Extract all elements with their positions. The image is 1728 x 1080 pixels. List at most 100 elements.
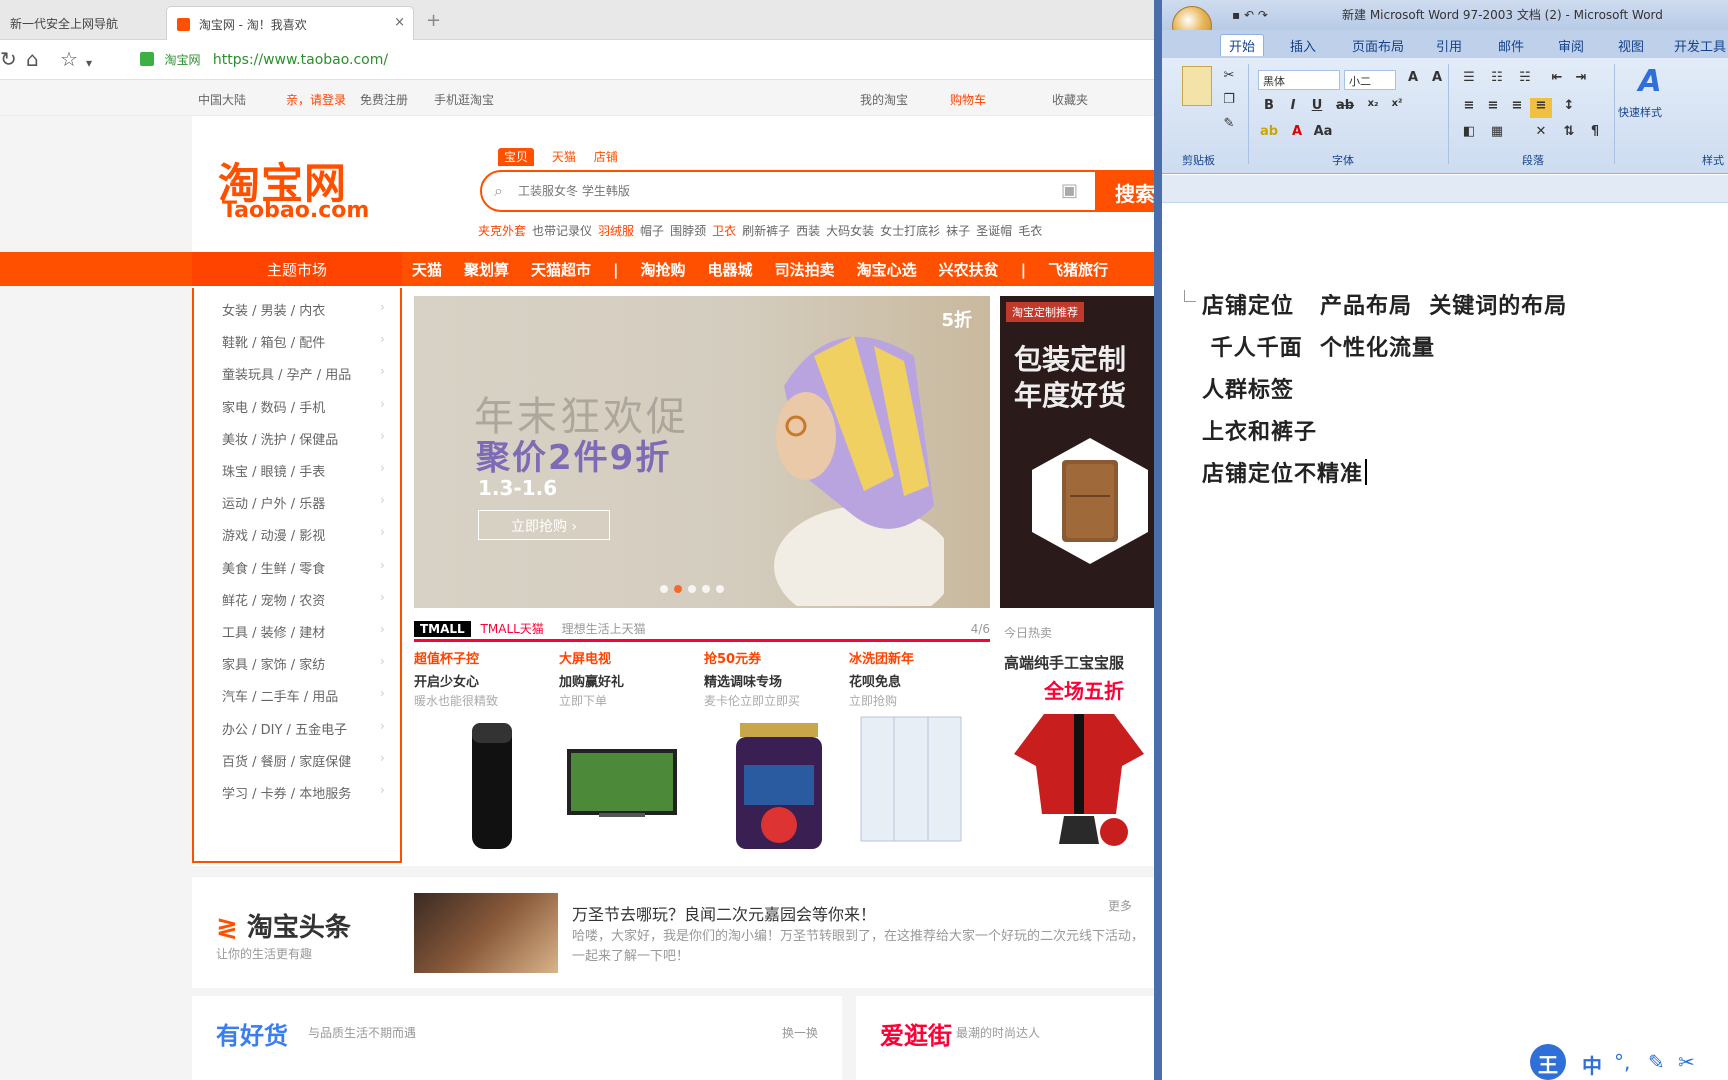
category-item[interactable]: 家电 / 数码 / 手机	[222, 397, 325, 416]
category-item[interactable]: 家具 / 家饰 / 家纺	[222, 654, 325, 673]
category-item[interactable]: 汽车 / 二手车 / 用品	[222, 686, 338, 705]
headline-thumbnail[interactable]	[414, 893, 558, 973]
headlines-more-link[interactable]: 更多	[1108, 897, 1132, 914]
hot-word-link[interactable]: 也带记录仪	[532, 224, 592, 238]
search-tab-tmall[interactable]: 天猫	[552, 150, 576, 164]
category-item[interactable]: 鞋靴 / 箱包 / 配件	[222, 332, 325, 351]
hot-word-link[interactable]: 袜子	[946, 224, 970, 238]
tmall-item-seasoning[interactable]: 抢50元券 精选调味专场 麦卡伦立即立即买	[704, 648, 844, 863]
search-button[interactable]: 搜索	[1095, 170, 1160, 212]
tmall-logo[interactable]: TMALL	[414, 621, 471, 637]
quick-styles-icon[interactable]: A	[1630, 64, 1670, 100]
hot-word-link[interactable]: 大码女装	[826, 224, 874, 238]
category-item[interactable]: 美妆 / 洗护 / 保健品	[222, 429, 338, 448]
hot-word-link[interactable]: 卫衣	[712, 224, 736, 238]
hot-word-link[interactable]: 圣诞帽	[976, 224, 1012, 238]
category-item[interactable]: 办公 / DIY / 五金电子	[222, 719, 347, 738]
camera-icon[interactable]: ▣	[1061, 180, 1078, 201]
highlight-icon[interactable]: ab	[1258, 124, 1280, 144]
font-size-select[interactable]: 小二	[1344, 70, 1396, 90]
numbering-icon[interactable]: ☷	[1486, 70, 1508, 90]
category-item[interactable]: 鲜花 / 宠物 / 农资	[222, 590, 325, 609]
ime-handwriting-icon[interactable]: ✎	[1648, 1050, 1665, 1074]
hot-word-link[interactable]: 夹克外套	[478, 224, 526, 238]
hot-word-link[interactable]: 刷新裤子	[742, 224, 790, 238]
italic-icon[interactable]: I	[1282, 98, 1304, 118]
favorite-star-icon[interactable]: ☆	[60, 48, 78, 70]
hot-word-link[interactable]: 西装	[796, 224, 820, 238]
category-item[interactable]: 女装 / 男装 / 内衣	[222, 300, 325, 319]
word-tab[interactable]: 开始	[1220, 34, 1265, 56]
copy-icon[interactable]: ❐	[1218, 92, 1240, 112]
refresh-goods-link[interactable]: 换一换	[782, 1024, 818, 1041]
word-tab[interactable]: 开发工具	[1674, 36, 1726, 55]
change-case-icon[interactable]: Aa	[1312, 124, 1334, 144]
close-tab-icon[interactable]: ×	[394, 15, 405, 30]
save-icon[interactable]: ▪	[1232, 8, 1240, 22]
url-field[interactable]: 淘宝网 https://www.taobao.com/	[140, 48, 1140, 72]
hot-word-link[interactable]: 帽子	[640, 224, 664, 238]
decrease-indent-icon[interactable]: ⇤	[1546, 70, 1568, 90]
chevron-down-icon[interactable]: ▾	[86, 52, 92, 74]
word-tab[interactable]: 视图	[1618, 36, 1644, 55]
word-tab[interactable]: 引用	[1436, 36, 1462, 55]
main-banner[interactable]: 年末狂欢促 聚价2件9折 1.3-1.6 立即抢购 › 5折	[414, 296, 990, 608]
subscript-icon[interactable]: x₂	[1362, 98, 1384, 118]
category-item[interactable]: 美食 / 生鲜 / 零食	[222, 558, 325, 577]
refresh-icon[interactable]: ↻	[0, 48, 17, 70]
shrink-font-icon[interactable]: A	[1426, 70, 1448, 90]
ime-punctuation-icon[interactable]: °,	[1614, 1050, 1630, 1074]
channel-link[interactable]: 聚划算	[464, 261, 509, 279]
sort-icon[interactable]: ⇅	[1558, 124, 1580, 144]
ime-language-toggle[interactable]: 中	[1582, 1050, 1602, 1079]
multilevel-list-icon[interactable]: ☵	[1514, 70, 1536, 90]
my-taobao-link[interactable]: 我的淘宝	[860, 91, 908, 108]
new-tab-button[interactable]: +	[426, 10, 441, 31]
channel-link[interactable]: 兴农扶贫	[939, 261, 999, 279]
category-item[interactable]: 学习 / 卡券 / 本地服务	[222, 783, 351, 802]
hot-word-link[interactable]: 毛衣	[1018, 224, 1042, 238]
category-item[interactable]: 运动 / 户外 / 乐器	[222, 493, 325, 512]
hot-word-link[interactable]: 女士打底衫	[880, 224, 940, 238]
hot-word-link[interactable]: 羽绒服	[598, 224, 634, 238]
home-icon[interactable]: ⌂	[26, 48, 39, 70]
increase-indent-icon[interactable]: ⇥	[1570, 70, 1592, 90]
word-tab[interactable]: 页面布局	[1352, 36, 1404, 55]
borders-icon[interactable]: ▦	[1486, 124, 1508, 144]
browser-tab-navigation[interactable]: 新一代安全上网导航	[0, 6, 162, 40]
line-spacing-icon[interactable]: ↕	[1558, 98, 1580, 118]
category-item[interactable]: 童装玩具 / 孕产 / 用品	[222, 364, 351, 383]
font-color-icon[interactable]: A	[1286, 124, 1308, 144]
category-item[interactable]: 工具 / 装修 / 建材	[222, 622, 325, 641]
word-tab[interactable]: 插入	[1290, 36, 1316, 55]
banner-buy-button[interactable]: 立即抢购 ›	[478, 510, 610, 540]
channel-link[interactable]: 淘抢购	[641, 261, 686, 279]
category-item[interactable]: 百货 / 餐厨 / 家庭保健	[222, 751, 351, 770]
grow-font-icon[interactable]: A	[1402, 70, 1424, 90]
chinese-layout-icon[interactable]: ✕	[1530, 124, 1552, 144]
document-page[interactable]: 店铺定位 产品布局 关键词的布局 千人千面 个性化流量 人群标签 上衣和裤子 店…	[1162, 204, 1728, 1080]
word-tab[interactable]: 邮件	[1498, 36, 1524, 55]
category-item[interactable]: 游戏 / 动漫 / 影视	[222, 525, 325, 544]
tmall-item-tv[interactable]: 大屏电视 加购赢好礼 立即下单	[559, 648, 699, 863]
justify-icon[interactable]: ≡	[1530, 98, 1552, 118]
ime-logo-icon[interactable]: 王	[1530, 1044, 1566, 1080]
channel-link[interactable]: 天猫	[412, 261, 442, 279]
region-selector[interactable]: 中国大陆	[198, 91, 246, 108]
promo-banner[interactable]: 淘宝定制推荐 包装定制 年度好货	[1000, 296, 1160, 608]
paste-icon[interactable]	[1182, 66, 1212, 106]
align-left-icon[interactable]: ≡	[1458, 98, 1480, 118]
align-center-icon[interactable]: ≡	[1482, 98, 1504, 118]
headline-title[interactable]: 万圣节去哪玩？良闻二次元嘉园会等你来！	[572, 901, 876, 925]
hot-word-link[interactable]: 围脖颈	[670, 224, 706, 238]
bold-icon[interactable]: B	[1258, 98, 1280, 118]
font-name-select[interactable]: 黑体	[1258, 70, 1340, 90]
login-link[interactable]: 亲，请登录	[286, 91, 346, 108]
search-tab-shops[interactable]: 店铺	[594, 150, 618, 164]
ime-screenshot-icon[interactable]: ✂	[1678, 1050, 1695, 1074]
undo-icon[interactable]: ↶	[1244, 8, 1258, 22]
category-item[interactable]: 珠宝 / 眼镜 / 手表	[222, 461, 325, 480]
format-painter-icon[interactable]: ✎	[1218, 116, 1240, 136]
browser-tab-taobao[interactable]: 淘宝网 - 淘！我喜欢 ×	[166, 6, 414, 40]
strikethrough-icon[interactable]: ab	[1334, 98, 1356, 118]
